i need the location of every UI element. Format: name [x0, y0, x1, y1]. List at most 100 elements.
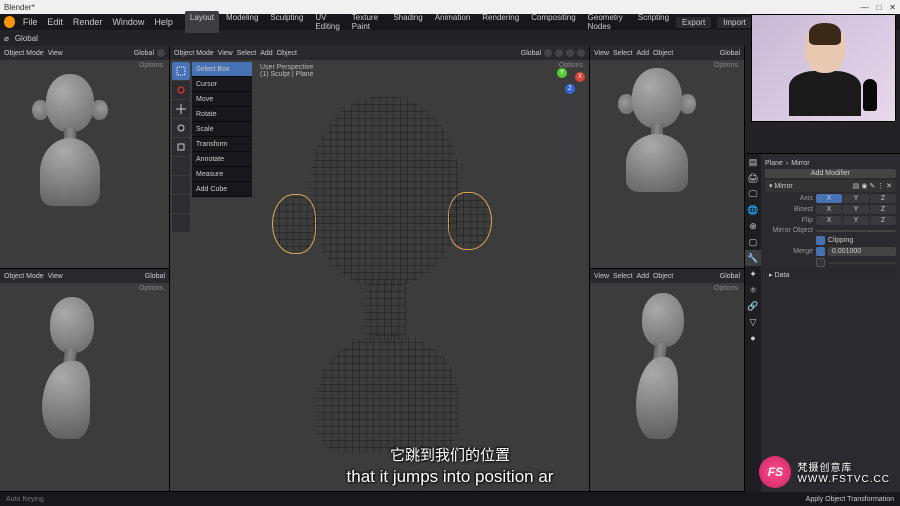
shading-dot-icon[interactable] [157, 49, 165, 57]
bisect-x-toggle[interactable]: X [816, 205, 842, 214]
axis-x-toggle[interactable]: X [816, 194, 842, 203]
camera-gizmo-icon[interactable] [562, 130, 576, 144]
merge-value-field[interactable]: 0.001000 [828, 247, 896, 256]
tool-measure[interactable] [172, 195, 190, 213]
orientation-picker[interactable]: Global [15, 34, 38, 43]
bisect-y-toggle[interactable]: Y [843, 205, 869, 214]
vp-menu-add[interactable]: Add [637, 273, 649, 280]
tab-material-icon[interactable]: ● [745, 330, 761, 346]
ctx-select-box[interactable]: Select Box [192, 62, 252, 77]
shading-solid-icon[interactable] [544, 49, 552, 57]
tab-physics-icon[interactable]: ⚛ [745, 282, 761, 298]
vp-menu-object[interactable]: Object [653, 273, 673, 280]
bisect-distance-checkbox[interactable] [816, 258, 825, 267]
axis-y-toggle[interactable]: Y [843, 194, 869, 203]
ctx-annotate[interactable]: Annotate [192, 152, 252, 167]
viewport-main[interactable]: Object Mode View Select Add Object Globa… [170, 46, 589, 492]
tab-constraints-icon[interactable]: 🔗 [745, 298, 761, 314]
ws-geonodes[interactable]: Geometry Nodes [583, 11, 631, 33]
ctx-measure[interactable]: Measure [192, 167, 252, 182]
options-label[interactable]: Options [139, 62, 163, 69]
shading-matprev-icon[interactable] [566, 49, 574, 57]
tool-scale[interactable] [172, 138, 190, 156]
blender-logo-icon[interactable] [4, 16, 15, 28]
ctx-transform[interactable]: Transform [192, 137, 252, 152]
menu-help[interactable]: Help [150, 15, 177, 29]
flip-x-toggle[interactable]: X [816, 216, 842, 225]
tab-particles-icon[interactable]: ✦ [745, 266, 761, 282]
ctx-cursor[interactable]: Cursor [192, 77, 252, 92]
vp-menu-object[interactable]: Object [277, 50, 297, 57]
minimize-button[interactable]: — [860, 3, 868, 12]
options-label[interactable]: Options [139, 285, 163, 292]
menu-file[interactable]: File [19, 15, 42, 29]
options-label[interactable]: Options [714, 62, 738, 69]
mode-dropdown[interactable]: Object Mode [4, 273, 44, 280]
ctx-move[interactable]: Move [192, 92, 252, 107]
tab-data-icon[interactable]: ▽ [745, 314, 761, 330]
export-button[interactable]: Export [676, 17, 711, 28]
breadcrumb-modifier[interactable]: Mirror [791, 160, 809, 167]
ws-shading[interactable]: Shading [388, 11, 427, 33]
orient-dropdown[interactable]: Global [521, 50, 541, 57]
ws-uv[interactable]: UV Editing [310, 11, 344, 33]
axis-z-toggle[interactable]: Z [870, 194, 896, 203]
options-label[interactable]: Options [714, 285, 738, 292]
tab-render-icon[interactable]: ▤ [745, 154, 761, 170]
zoom-gizmo-icon[interactable] [562, 98, 576, 112]
mirror-object-field[interactable] [816, 230, 896, 232]
flip-y-toggle[interactable]: Y [843, 216, 869, 225]
ws-modeling[interactable]: Modeling [221, 11, 263, 33]
tab-scene-icon[interactable]: 🌐 [745, 202, 761, 218]
clipping-checkbox[interactable] [816, 236, 825, 245]
tab-object-icon[interactable]: ▢ [745, 234, 761, 250]
vp-menu-add[interactable]: Add [260, 50, 272, 57]
ws-compositing[interactable]: Compositing [526, 11, 580, 33]
maximize-button[interactable]: □ [876, 3, 881, 12]
ctx-rotate[interactable]: Rotate [192, 107, 252, 122]
breadcrumb-object[interactable]: Plane [765, 160, 783, 167]
ctx-add-cube[interactable]: Add Cube [192, 182, 252, 197]
menu-window[interactable]: Window [108, 15, 148, 29]
shading-wire-icon[interactable] [555, 49, 563, 57]
tool-cursor[interactable] [172, 81, 190, 99]
bisect-distance-field[interactable] [828, 262, 896, 264]
ws-layout[interactable]: Layout [185, 11, 219, 33]
vp-menu-select[interactable]: Select [613, 273, 632, 280]
vp-menu-object[interactable]: Object [653, 50, 673, 57]
merge-checkbox[interactable] [816, 247, 825, 256]
mode-dropdown[interactable]: Object Mode [174, 50, 214, 57]
ws-rendering[interactable]: Rendering [477, 11, 524, 33]
tab-output-icon[interactable]: 🖨 [745, 170, 761, 186]
orient-dropdown[interactable]: Global [134, 50, 154, 57]
tool-select-box[interactable] [172, 62, 190, 80]
persp-gizmo-icon[interactable] [562, 146, 576, 160]
ctx-scale[interactable]: Scale [192, 122, 252, 137]
vp-menu-select[interactable]: Select [613, 50, 632, 57]
vp-menu-view[interactable]: View [48, 273, 63, 280]
flip-z-toggle[interactable]: Z [870, 216, 896, 225]
menu-edit[interactable]: Edit [43, 15, 67, 29]
ws-animation[interactable]: Animation [430, 11, 476, 33]
ws-scripting[interactable]: Scripting [633, 11, 674, 33]
tool-rotate[interactable] [172, 119, 190, 137]
data-section-header[interactable]: ▸ Data [765, 269, 896, 281]
tool-transform[interactable] [172, 157, 190, 175]
ws-texpaint[interactable]: Texture Paint [347, 11, 387, 33]
viewport-top-right[interactable]: View Select Add Object Global Options [590, 46, 744, 269]
vp-menu-select[interactable]: Select [237, 50, 256, 57]
tab-modifiers-icon[interactable]: 🔧 [745, 250, 761, 266]
shading-render-icon[interactable] [577, 49, 585, 57]
tool-move[interactable] [172, 100, 190, 118]
viewport-bottom-right[interactable]: View Select Add Object Global Options [590, 269, 744, 492]
menu-render[interactable]: Render [69, 15, 107, 29]
import-button[interactable]: Import [717, 17, 752, 28]
orient-dropdown[interactable]: Global [145, 273, 165, 280]
orbit-gizmo[interactable]: X Y Z [553, 64, 585, 96]
vp-menu-view[interactable]: View [594, 50, 609, 57]
mode-dropdown[interactable]: Object Mode [4, 50, 44, 57]
ws-sculpting[interactable]: Sculpting [265, 11, 308, 33]
tab-world-icon[interactable]: ⊕ [745, 218, 761, 234]
viewport-top-left[interactable]: Object Mode View Global Options [0, 46, 169, 269]
orient-dropdown[interactable]: Global [720, 50, 740, 57]
